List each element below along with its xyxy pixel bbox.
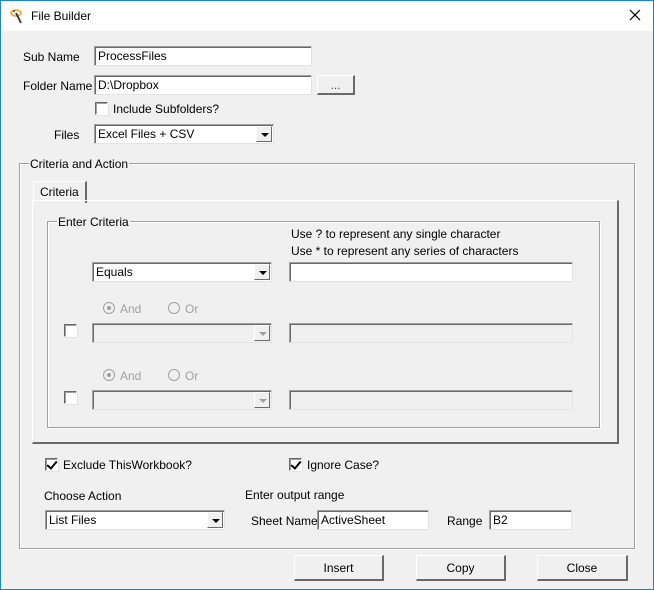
chevron-down-icon[interactable] [207, 512, 223, 528]
and-label-3: And [120, 369, 142, 383]
ignore-case-checkbox[interactable] [289, 458, 302, 471]
window-title: File Builder [31, 9, 92, 23]
files-type-value: Excel Files + CSV [98, 127, 195, 141]
folder-name-label: Folder Name [23, 79, 93, 93]
and-label-2: And [120, 302, 142, 316]
action-value: List Files [49, 513, 97, 527]
files-type-dropdown[interactable]: Excel Files + CSV [94, 124, 274, 144]
include-subfolders-label: Include Subfolders? [113, 102, 220, 116]
criteria-value-input-3[interactable] [289, 390, 573, 410]
criteria-and-action-caption: Criteria and Action [29, 157, 130, 171]
criteria-operator-value-1: Equals [96, 265, 133, 279]
range-label: Range [447, 514, 483, 528]
range-input[interactable]: B2 [489, 510, 572, 530]
magic-wand-icon [10, 9, 22, 24]
include-subfolders-checkbox[interactable] [95, 102, 108, 115]
hint-single-character: Use ? to represent any single character [291, 227, 501, 241]
action-dropdown[interactable]: List Files [45, 510, 225, 530]
or-label-2: Or [185, 302, 199, 316]
or-label-3: Or [185, 369, 199, 383]
criteria-value-input-2[interactable] [289, 323, 573, 343]
sub-name-label: Sub Name [23, 50, 80, 64]
sub-name-input[interactable]: ProcessFiles [94, 46, 312, 66]
copy-button[interactable]: Copy [416, 555, 506, 581]
criteria-enable-checkbox-3[interactable] [64, 391, 77, 404]
chevron-down-icon[interactable] [256, 126, 272, 142]
criteria-operator-dropdown-1[interactable]: Equals [92, 262, 272, 282]
enter-criteria-caption: Enter Criteria [57, 215, 130, 229]
browse-folder-button[interactable]: ... [317, 75, 355, 95]
or-radio-2[interactable] [168, 302, 180, 314]
sheet-name-label: Sheet Name [251, 514, 318, 528]
insert-button[interactable]: Insert [294, 555, 384, 581]
criteria-operator-dropdown-3[interactable] [92, 390, 272, 410]
criteria-value-input-1[interactable] [289, 262, 573, 282]
chevron-down-icon[interactable] [254, 264, 270, 280]
file-builder-dialog: File Builder Sub Name ProcessFiles Folde… [0, 0, 654, 590]
criteria-operator-dropdown-2[interactable] [92, 323, 272, 343]
folder-name-input[interactable]: D:\Dropbox [94, 75, 312, 95]
chevron-down-icon[interactable] [254, 325, 270, 341]
and-radio-3[interactable] [103, 369, 115, 381]
or-radio-3[interactable] [168, 369, 180, 381]
ignore-case-label: Ignore Case? [307, 458, 380, 472]
exclude-thisworkbook-label: Exclude ThisWorkbook? [63, 458, 192, 472]
and-radio-2[interactable] [103, 302, 115, 314]
title-bar: File Builder [1, 1, 653, 31]
hint-series-of-characters: Use * to represent any series of charact… [291, 244, 519, 258]
choose-action-label: Choose Action [44, 489, 122, 503]
close-button[interactable]: Close [537, 555, 628, 581]
files-label: Files [54, 128, 80, 142]
criteria-enable-checkbox-2[interactable] [64, 324, 77, 337]
output-range-label: Enter output range [245, 488, 345, 502]
exclude-thisworkbook-checkbox[interactable] [45, 458, 58, 471]
chevron-down-icon[interactable] [254, 392, 270, 408]
close-window-icon[interactable] [625, 5, 645, 25]
sheet-name-input[interactable]: ActiveSheet [317, 510, 429, 530]
